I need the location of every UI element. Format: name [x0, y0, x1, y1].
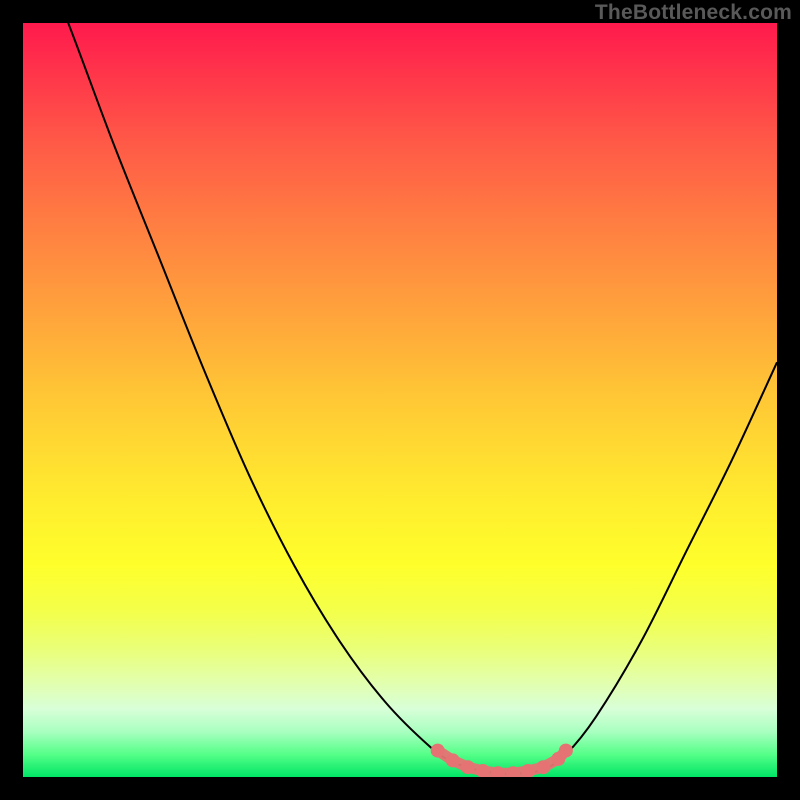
- bottleneck-curve: [23, 23, 777, 774]
- optimal-marker: [536, 760, 550, 774]
- optimal-marker: [446, 753, 460, 767]
- optimal-marker: [559, 744, 573, 758]
- watermark-text: TheBottleneck.com: [595, 1, 792, 25]
- plot-area: [23, 23, 777, 777]
- chart-svg: [23, 23, 777, 777]
- optimal-marker: [461, 760, 475, 774]
- chart-frame: TheBottleneck.com: [0, 0, 800, 800]
- optimal-marker: [431, 744, 445, 758]
- curve-line: [23, 23, 777, 774]
- optimal-markers: [431, 744, 573, 777]
